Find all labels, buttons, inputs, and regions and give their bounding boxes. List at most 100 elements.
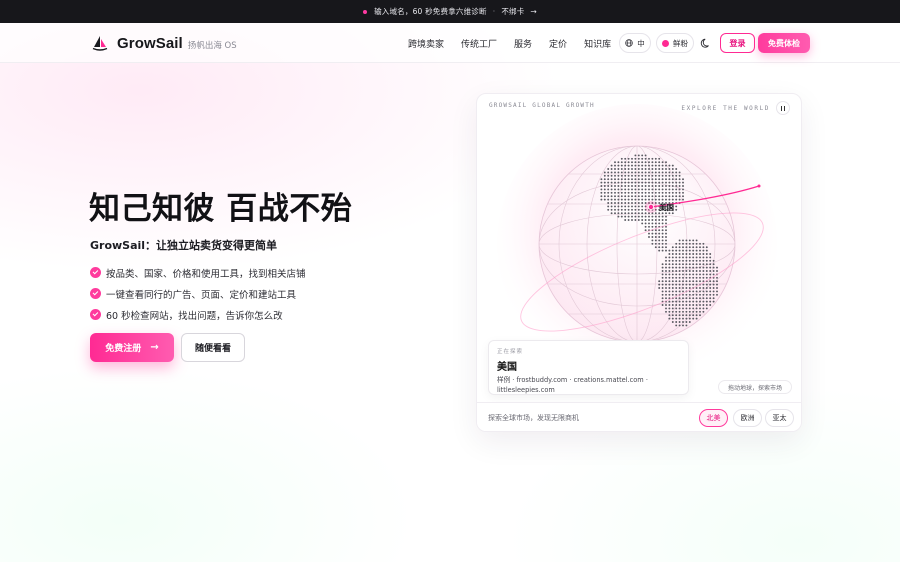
- land-dot: [637, 185, 640, 187]
- land-dot: [685, 266, 688, 269]
- land-dot: [644, 229, 647, 232]
- land-dot: [614, 205, 616, 208]
- land-dot: [699, 297, 701, 300]
- globe-icon: [625, 39, 633, 47]
- land-dot: [634, 212, 637, 215]
- land-dot: [668, 259, 671, 262]
- land-dot: [654, 219, 657, 221]
- nav-traditional-factories[interactable]: 传统工厂: [461, 37, 497, 50]
- land-dot: [675, 185, 678, 187]
- nav-services[interactable]: 服务: [514, 37, 532, 50]
- land-dot: [668, 307, 671, 310]
- land-dot: [654, 195, 657, 198]
- land-dot: [688, 266, 691, 269]
- land-dot: [658, 195, 661, 198]
- land-dot: [685, 270, 688, 272]
- land-dot: [692, 266, 695, 269]
- land-dot: [654, 164, 657, 167]
- land-dot: [675, 174, 678, 177]
- land-dot: [648, 215, 650, 218]
- logo-link[interactable]: GrowSail 扬帆出海 OS: [91, 34, 237, 52]
- land-dot: [665, 181, 667, 184]
- land-dot: [675, 263, 678, 266]
- land-dot: [668, 293, 671, 296]
- land-dot: [695, 253, 698, 255]
- land-dot: [661, 249, 664, 252]
- land-dot: [695, 242, 698, 245]
- land-dot: [678, 300, 681, 303]
- land-dot: [631, 205, 633, 208]
- land-dot: [620, 164, 623, 167]
- region-asia-pacific[interactable]: 亚太: [765, 409, 794, 427]
- land-dot: [688, 300, 691, 303]
- login-button[interactable]: 登录: [720, 33, 755, 53]
- region-north-america[interactable]: 北美: [699, 409, 728, 427]
- land-dot: [658, 168, 661, 170]
- nav-cross-border-sellers[interactable]: 跨境卖家: [408, 37, 444, 50]
- land-dot: [699, 249, 701, 252]
- land-dot: [692, 249, 695, 252]
- theme-switcher[interactable]: 鲜粉: [656, 33, 694, 53]
- land-dot: [600, 185, 603, 187]
- land-dot: [695, 293, 698, 296]
- land-dot: [692, 276, 695, 279]
- land-dot: [709, 263, 712, 266]
- land-dot: [654, 191, 657, 194]
- land-dot: [658, 246, 661, 249]
- pause-button[interactable]: [776, 101, 790, 115]
- land-dot: [661, 239, 664, 242]
- list-item: 60 秒检查网站，找出问题，告诉你怎么改: [90, 304, 306, 325]
- land-dot: [654, 181, 657, 184]
- land-dot: [695, 273, 698, 276]
- land-dot: [688, 297, 691, 300]
- land-dot: [716, 287, 718, 289]
- land-dot: [634, 168, 637, 170]
- land-dot: [634, 198, 637, 201]
- land-dot: [675, 293, 678, 296]
- arrow-right-icon: →: [150, 342, 159, 353]
- land-dot: [688, 283, 691, 286]
- land-dot: [682, 263, 684, 266]
- land-dot: [641, 222, 644, 225]
- land-dot: [627, 188, 630, 191]
- land-dot: [620, 198, 623, 201]
- free-trial-button[interactable]: 免费体检: [758, 33, 810, 53]
- land-dot: [675, 276, 678, 279]
- land-dot: [617, 185, 620, 187]
- land-dot: [634, 185, 637, 187]
- land-dot: [692, 253, 695, 255]
- language-switcher[interactable]: 中: [619, 33, 651, 53]
- land-dot: [678, 178, 681, 181]
- land-dot: [661, 188, 664, 191]
- land-dot: [627, 178, 630, 181]
- land-dot: [658, 249, 661, 252]
- land-dot: [651, 195, 654, 198]
- land-dot: [705, 287, 708, 289]
- land-dot: [637, 212, 640, 215]
- land-dot: [627, 219, 630, 221]
- land-dot: [641, 164, 644, 167]
- land-dot: [665, 259, 667, 262]
- land-dot: [603, 185, 606, 187]
- nav-knowledge-base[interactable]: 知识库: [584, 37, 611, 50]
- land-dot: [705, 276, 708, 279]
- announcement-bar[interactable]: 输入域名，60 秒免费拿六维诊断 · 不绑卡 →: [0, 0, 900, 23]
- land-dot: [668, 317, 671, 320]
- nav-pricing[interactable]: 定价: [549, 37, 567, 50]
- signup-button[interactable]: 免费注册 →: [90, 333, 174, 362]
- land-dot: [695, 246, 698, 249]
- moon-icon[interactable]: [700, 37, 712, 49]
- land-dot: [692, 242, 695, 245]
- land-dot: [665, 256, 667, 259]
- location-pin-icon[interactable]: [647, 204, 654, 211]
- land-dot: [631, 208, 633, 211]
- land-dot: [685, 297, 688, 300]
- region-europe[interactable]: 欧洲: [733, 409, 762, 427]
- land-dot: [709, 280, 712, 283]
- land-dot: [665, 246, 667, 249]
- browse-button[interactable]: 随便看看: [181, 333, 245, 362]
- land-dot: [620, 157, 623, 160]
- land-dot: [671, 171, 674, 174]
- land-dot: [627, 185, 630, 187]
- land-dot: [607, 168, 610, 170]
